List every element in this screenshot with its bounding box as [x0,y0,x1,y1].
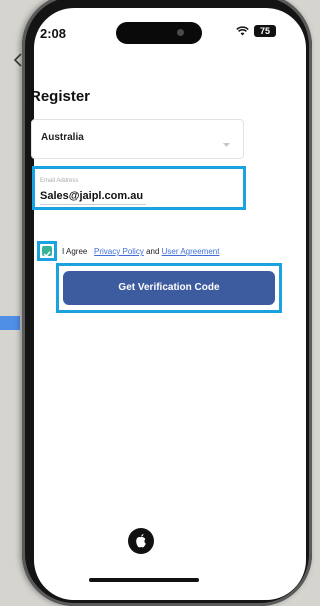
status-time: 2:08 [40,26,67,41]
check-icon [43,251,51,258]
spellcheck-underline [40,204,146,205]
privacy-policy-link[interactable]: Privacy Policy [94,247,144,256]
chevron-left-icon [13,53,22,67]
camera-dot [177,29,184,36]
email-field[interactable]: Sales@jaipl.com.au [40,190,143,202]
dynamic-island [116,22,202,44]
status-icons: 75 [236,25,276,37]
page-title: Register [30,88,91,105]
agreement-row: I Agree Privacy Policy and User Agreemen… [62,247,219,256]
get-verification-code-button[interactable]: Get Verification Code [63,271,275,305]
user-agreement-link[interactable]: User Agreement [162,247,220,256]
battery-icon: 75 [254,25,276,37]
back-button[interactable] [12,52,26,68]
wifi-icon [236,26,249,36]
background-strip [0,316,20,330]
apple-login-button[interactable] [128,528,154,554]
apple-icon [136,534,146,548]
country-value: Australia [41,132,84,143]
home-indicator [89,578,199,582]
country-select[interactable]: Australia [31,119,244,159]
agree-conjunction: and [146,247,160,256]
email-field-label: Email Address [40,178,79,184]
agree-text: I Agree [62,247,88,256]
chevron-down-icon [222,135,231,153]
agree-checkbox[interactable] [42,246,52,258]
